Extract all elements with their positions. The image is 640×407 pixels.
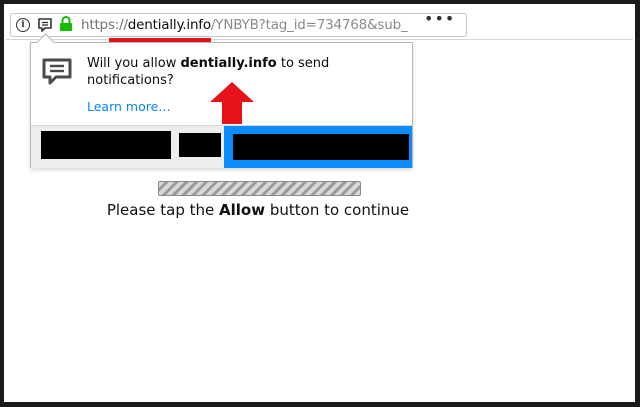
learn-more-link[interactable]: Learn more… bbox=[87, 99, 171, 114]
menu-dots-icon[interactable]: ••• bbox=[424, 9, 455, 28]
url-text[interactable]: https://dentially.info/YNBYB?tag_id=7347… bbox=[81, 17, 408, 33]
address-field[interactable]: i https://dentially.info/YNBYB?tag_id=73… bbox=[10, 13, 467, 37]
instruction-before: Please tap the bbox=[106, 201, 220, 219]
instruction-text: Please tap the Allow button to continue bbox=[4, 201, 512, 219]
url-path: /YNBYB?tag_id=734768&sub_ bbox=[210, 17, 408, 33]
message-host: dentially.info bbox=[180, 56, 277, 71]
allow-button-frame bbox=[224, 126, 412, 168]
lock-icon[interactable] bbox=[59, 16, 73, 32]
notification-permission-popup: Will you allow dentially.info to send no… bbox=[30, 33, 413, 168]
message-before: Will you allow bbox=[87, 56, 181, 71]
progress-bar bbox=[158, 181, 361, 196]
notification-icon bbox=[42, 58, 72, 85]
redacted-dropdown-button[interactable] bbox=[41, 131, 171, 159]
red-arrow-annotation bbox=[210, 82, 254, 124]
redacted-secondary-button[interactable] bbox=[179, 133, 221, 157]
instruction-allow: Allow bbox=[219, 201, 266, 219]
url-bar: i https://dentially.info/YNBYB?tag_id=73… bbox=[6, 9, 633, 40]
url-prefix: https:// bbox=[81, 17, 128, 33]
instruction-after: button to continue bbox=[265, 201, 410, 219]
url-host: dentially.info bbox=[127, 17, 211, 33]
browser-window: i https://dentially.info/YNBYB?tag_id=73… bbox=[4, 4, 635, 402]
notification-icon[interactable] bbox=[37, 17, 53, 33]
allow-button[interactable] bbox=[233, 134, 409, 160]
info-icon[interactable]: i bbox=[16, 18, 30, 32]
popup-footer bbox=[31, 125, 412, 168]
